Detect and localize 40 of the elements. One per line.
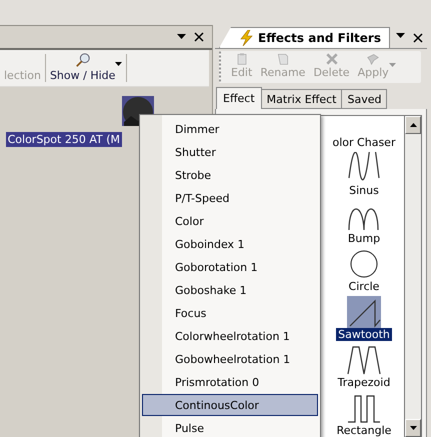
- dropdown-icon[interactable]: [396, 33, 405, 39]
- menu-item[interactable]: Focus: [142, 302, 318, 324]
- menu-item[interactable]: Shutter: [142, 141, 318, 163]
- search-icon: [74, 52, 92, 68]
- effect-item[interactable]: Bump: [346, 232, 382, 245]
- effect-item[interactable]: Rectangle: [334, 424, 394, 437]
- menu-item[interactable]: Goboshake 1: [142, 279, 318, 301]
- scroll-up-icon[interactable]: [410, 123, 416, 127]
- lightning-icon: [238, 30, 254, 46]
- effect-item[interactable]: Trapezoid: [336, 376, 392, 389]
- trapezoid-wave-icon: [347, 344, 381, 376]
- tab[interactable]: Effect: [216, 87, 262, 109]
- menu-item[interactable]: Goboindex 1: [142, 233, 318, 255]
- tab[interactable]: Saved: [341, 89, 388, 109]
- effect-item[interactable]: Sawtooth: [336, 328, 392, 341]
- menu-item[interactable]: Pulse: [142, 417, 318, 437]
- menu-item[interactable]: ContinousColor: [142, 394, 318, 416]
- menu-item[interactable]: Color: [142, 210, 318, 232]
- panel-tab[interactable]: Effects and Filters: [219, 27, 390, 48]
- effect-item[interactable]: olor Chaser: [330, 136, 398, 149]
- effect-item[interactable]: Circle: [346, 280, 382, 293]
- effect-item[interactable]: Sinus: [347, 184, 381, 197]
- dropdown-icon[interactable]: [177, 34, 186, 40]
- sawtooth-wave-icon: [347, 296, 381, 328]
- scroll-down-icon[interactable]: [410, 426, 416, 430]
- dropdown-icon[interactable]: [115, 62, 122, 66]
- menu-item[interactable]: Strobe: [142, 164, 318, 186]
- close-icon[interactable]: [413, 33, 423, 43]
- tab[interactable]: Matrix Effect: [260, 89, 342, 109]
- menu-item[interactable]: Dimmer: [142, 118, 318, 140]
- menu-item[interactable]: Goborotation 1: [142, 256, 318, 278]
- fixture-label[interactable]: ColorSpot 250 AT (M: [6, 132, 122, 147]
- scrollbar[interactable]: [404, 115, 422, 437]
- menu-item[interactable]: Prismrotation 0: [142, 371, 318, 393]
- menu-item[interactable]: Gobowheelrotation 1: [142, 348, 318, 370]
- toolbar-button[interactable]: Show / Hide: [46, 50, 120, 86]
- menu-item[interactable]: Colorwheelrotation 1: [142, 325, 318, 347]
- panel-title: Effects and Filters: [258, 31, 381, 45]
- menu-item[interactable]: P/T-Speed: [142, 187, 318, 209]
- close-icon[interactable]: [194, 32, 204, 42]
